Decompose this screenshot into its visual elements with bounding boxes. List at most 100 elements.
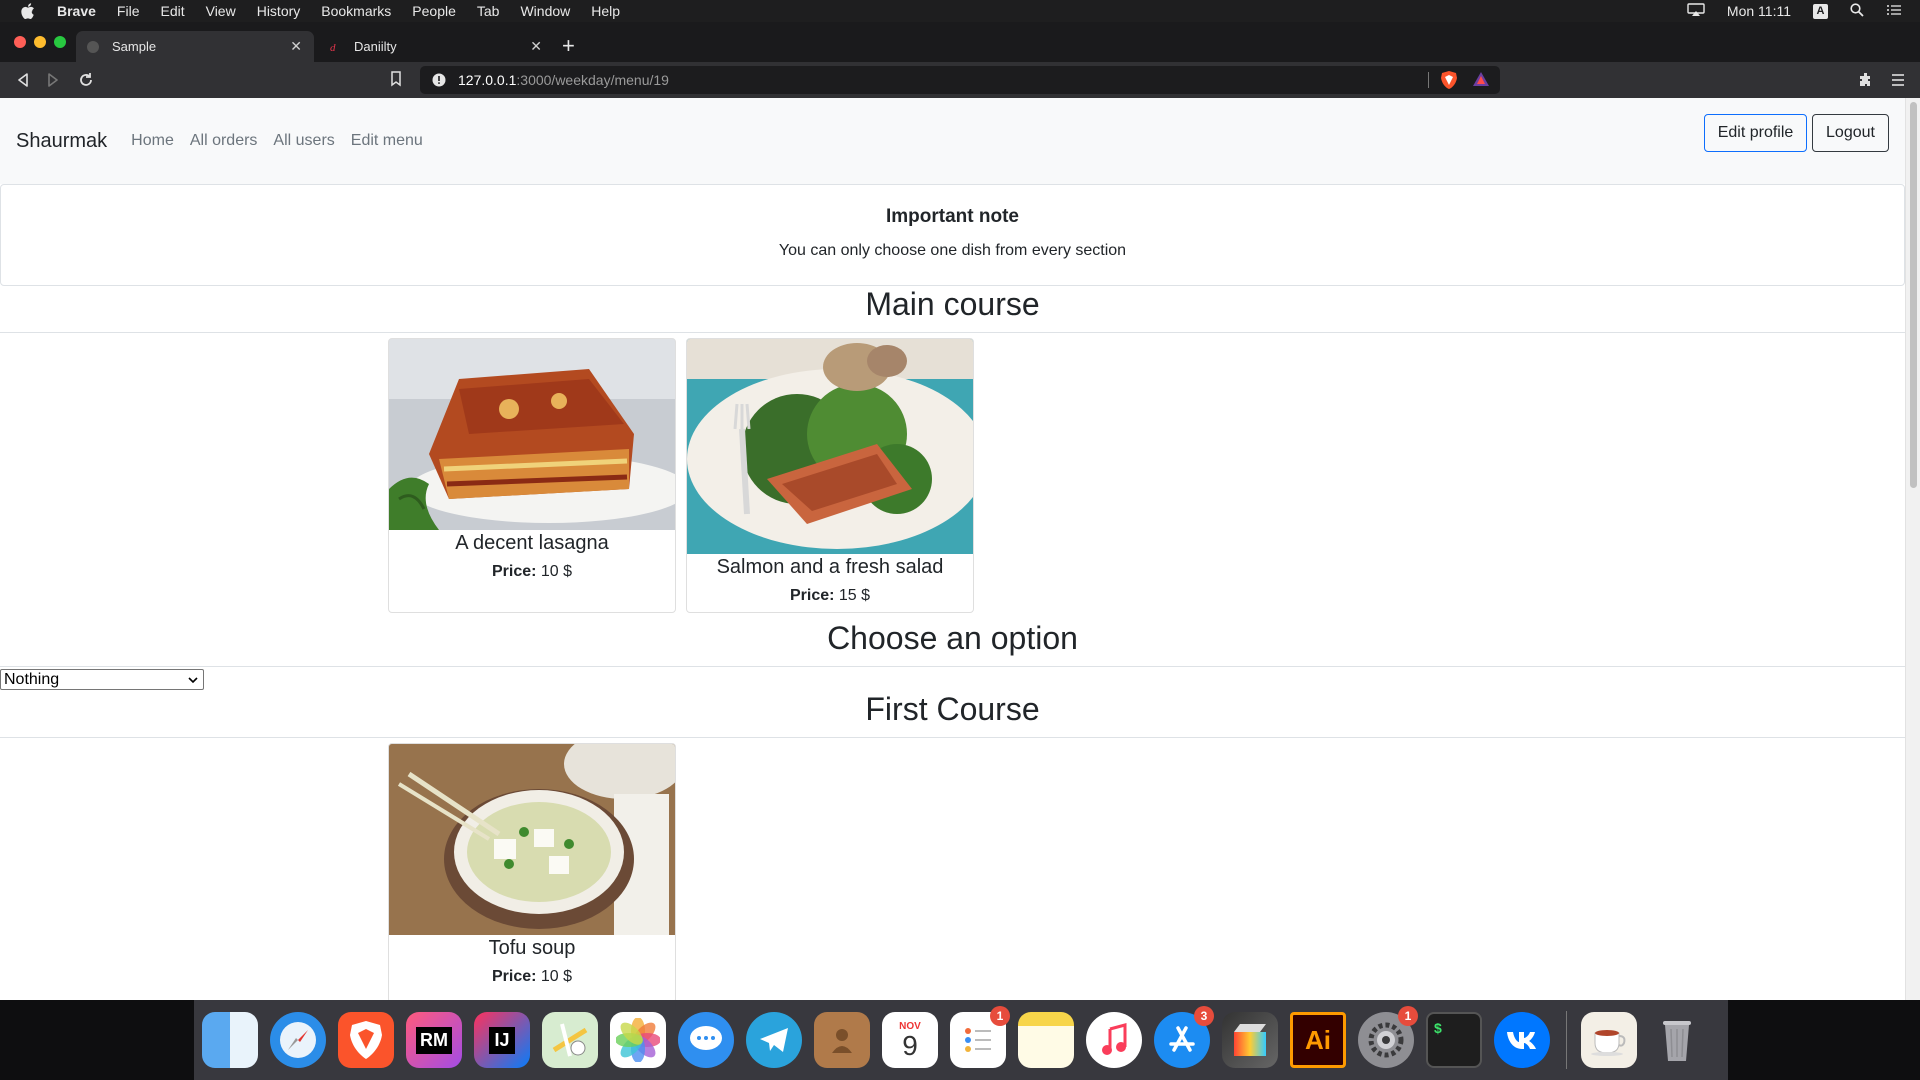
price-value: 15 $	[838, 587, 871, 604]
dish-name: Tofu soup	[488, 937, 576, 959]
menu-people[interactable]: People	[412, 3, 456, 19]
menu-history[interactable]: History	[257, 3, 301, 19]
safari-icon[interactable]	[270, 1012, 326, 1068]
tofu-soup-image	[389, 744, 675, 935]
url-host: 127.0.0.1	[458, 72, 517, 88]
price-label: Price:	[491, 563, 537, 580]
illustrator-icon[interactable]: Ai	[1290, 1012, 1346, 1068]
control-center-icon[interactable]	[1886, 3, 1902, 19]
scrollbar-thumb[interactable]	[1910, 102, 1917, 488]
dish-price: Price: 10 $	[389, 968, 675, 986]
important-note-card: Important note You can only choose one d…	[0, 184, 1905, 286]
bookmark-icon[interactable]	[390, 71, 402, 92]
calendar-icon[interactable]: NOV 9	[882, 1012, 938, 1068]
macos-menu-bar: Brave File Edit View History Bookmarks P…	[0, 0, 1920, 22]
brave-shields-icon[interactable]	[1440, 70, 1458, 93]
price-value: 10 $	[540, 563, 573, 580]
url-separator	[1428, 72, 1429, 88]
site-brand[interactable]: Shaurmak	[16, 130, 107, 153]
reminders-badge: 1	[990, 1006, 1010, 1026]
browser-menu-icon[interactable]	[1887, 69, 1909, 91]
trash-icon[interactable]	[1649, 1012, 1705, 1068]
option-select-value: Nothing	[4, 670, 60, 688]
maps-icon[interactable]	[542, 1012, 598, 1068]
dock-divider	[1566, 1011, 1567, 1069]
menu-window[interactable]: Window	[520, 3, 570, 19]
site-info-icon[interactable]	[432, 73, 446, 87]
photos-icon[interactable]	[610, 1012, 666, 1068]
nav-link-edit-menu[interactable]: Edit menu	[351, 132, 423, 150]
macos-dock: RM IJ NOV 9 1 3 Ai 1 $	[194, 1000, 1728, 1080]
input-source-icon[interactable]: A	[1813, 3, 1828, 19]
note-title: Important note	[886, 206, 1019, 227]
back-icon[interactable]	[12, 69, 34, 91]
dish-card-lasagna[interactable]: A decent lasagna Price: 10 $	[388, 338, 676, 613]
reminders-icon[interactable]: 1	[950, 1006, 1010, 1068]
calendar-day: 9	[902, 1029, 918, 1061]
browser-toolbar: 127.0.0.1 :3000/weekday/menu/19	[0, 62, 1920, 98]
menu-bookmarks[interactable]: Bookmarks	[321, 3, 391, 19]
music-icon[interactable]	[1086, 1012, 1142, 1068]
tab-daniilty[interactable]: d Daniilty ✕	[318, 31, 554, 62]
airplay-icon[interactable]	[1687, 2, 1705, 20]
daniilty-favicon-icon: d	[328, 40, 342, 54]
svg-text:d: d	[330, 42, 336, 53]
logout-button[interactable]: Logout	[1812, 114, 1889, 152]
menu-file[interactable]: File	[117, 3, 140, 19]
zoom-window-button[interactable]	[54, 36, 66, 48]
note-text: You can only choose one dish from every …	[778, 242, 1127, 259]
menu-clock[interactable]: Mon 11:11	[1727, 3, 1791, 19]
apple-icon[interactable]	[20, 3, 35, 19]
lasagna-image	[389, 339, 675, 530]
dish-card-tofu-soup[interactable]: Tofu soup Price: 10 $	[388, 743, 676, 1000]
menu-app-name[interactable]: Brave	[57, 3, 96, 19]
vk-icon[interactable]	[1494, 1012, 1550, 1068]
close-tab-icon[interactable]: ✕	[290, 38, 302, 55]
edit-profile-button[interactable]: Edit profile	[1704, 114, 1807, 152]
messages-icon[interactable]	[678, 1012, 734, 1068]
address-bar[interactable]: 127.0.0.1 :3000/weekday/menu/19	[420, 66, 1500, 94]
browser-tab-strip: Sample ✕ d Daniilty ✕ +	[0, 22, 1920, 62]
menu-help[interactable]: Help	[591, 3, 620, 19]
menu-tab[interactable]: Tab	[477, 3, 500, 19]
app-store-badge: 3	[1194, 1006, 1214, 1026]
close-tab-icon[interactable]: ✕	[530, 38, 542, 55]
extensions-icon[interactable]	[1855, 69, 1877, 91]
rubymine-icon[interactable]: RM	[406, 1012, 462, 1068]
reload-icon[interactable]	[75, 69, 97, 91]
nav-link-all-orders[interactable]: All orders	[190, 132, 258, 150]
telegram-icon[interactable]	[746, 1012, 802, 1068]
chevron-down-icon	[187, 673, 199, 691]
close-window-button[interactable]	[14, 36, 26, 48]
nav-link-all-users[interactable]: All users	[273, 132, 334, 150]
page-viewport: Shaurmak Home All orders All users Edit …	[0, 98, 1920, 1000]
system-preferences-icon[interactable]: 1	[1358, 1006, 1418, 1068]
brave-rewards-icon[interactable]	[1472, 71, 1490, 90]
section-divider	[0, 332, 1905, 333]
terminal-icon[interactable]: $	[1426, 1012, 1482, 1068]
menu-view[interactable]: View	[206, 3, 236, 19]
brave-browser-icon[interactable]	[338, 1012, 394, 1068]
finder-icon[interactable]	[202, 1012, 258, 1068]
dish-card-salmon[interactable]: Salmon and a fresh salad Price: 15 $	[686, 338, 974, 613]
menu-edit[interactable]: Edit	[160, 3, 184, 19]
app-store-icon[interactable]: 3	[1154, 1006, 1214, 1068]
section-divider	[0, 666, 1905, 667]
notes-icon[interactable]	[1018, 1012, 1074, 1068]
tab-sample[interactable]: Sample ✕	[76, 31, 314, 62]
nav-link-home[interactable]: Home	[131, 132, 174, 150]
final-cut-icon[interactable]	[1222, 1012, 1278, 1068]
spotlight-search-icon[interactable]	[1850, 2, 1864, 20]
minimize-window-button[interactable]	[34, 36, 46, 48]
intellij-icon[interactable]: IJ	[474, 1012, 530, 1068]
dish-name: Salmon and a fresh salad	[716, 556, 944, 578]
new-tab-button[interactable]: +	[562, 35, 575, 57]
page-scrollbar[interactable]	[1905, 98, 1920, 1000]
option-select[interactable]: Nothing	[0, 669, 204, 690]
dish-price: Price: 10 $	[389, 563, 675, 581]
globe-icon	[86, 40, 100, 54]
contacts-icon[interactable]	[814, 1012, 870, 1068]
tea-cup-icon[interactable]	[1581, 1012, 1637, 1068]
salmon-salad-image	[687, 339, 973, 554]
forward-icon[interactable]	[42, 69, 64, 91]
